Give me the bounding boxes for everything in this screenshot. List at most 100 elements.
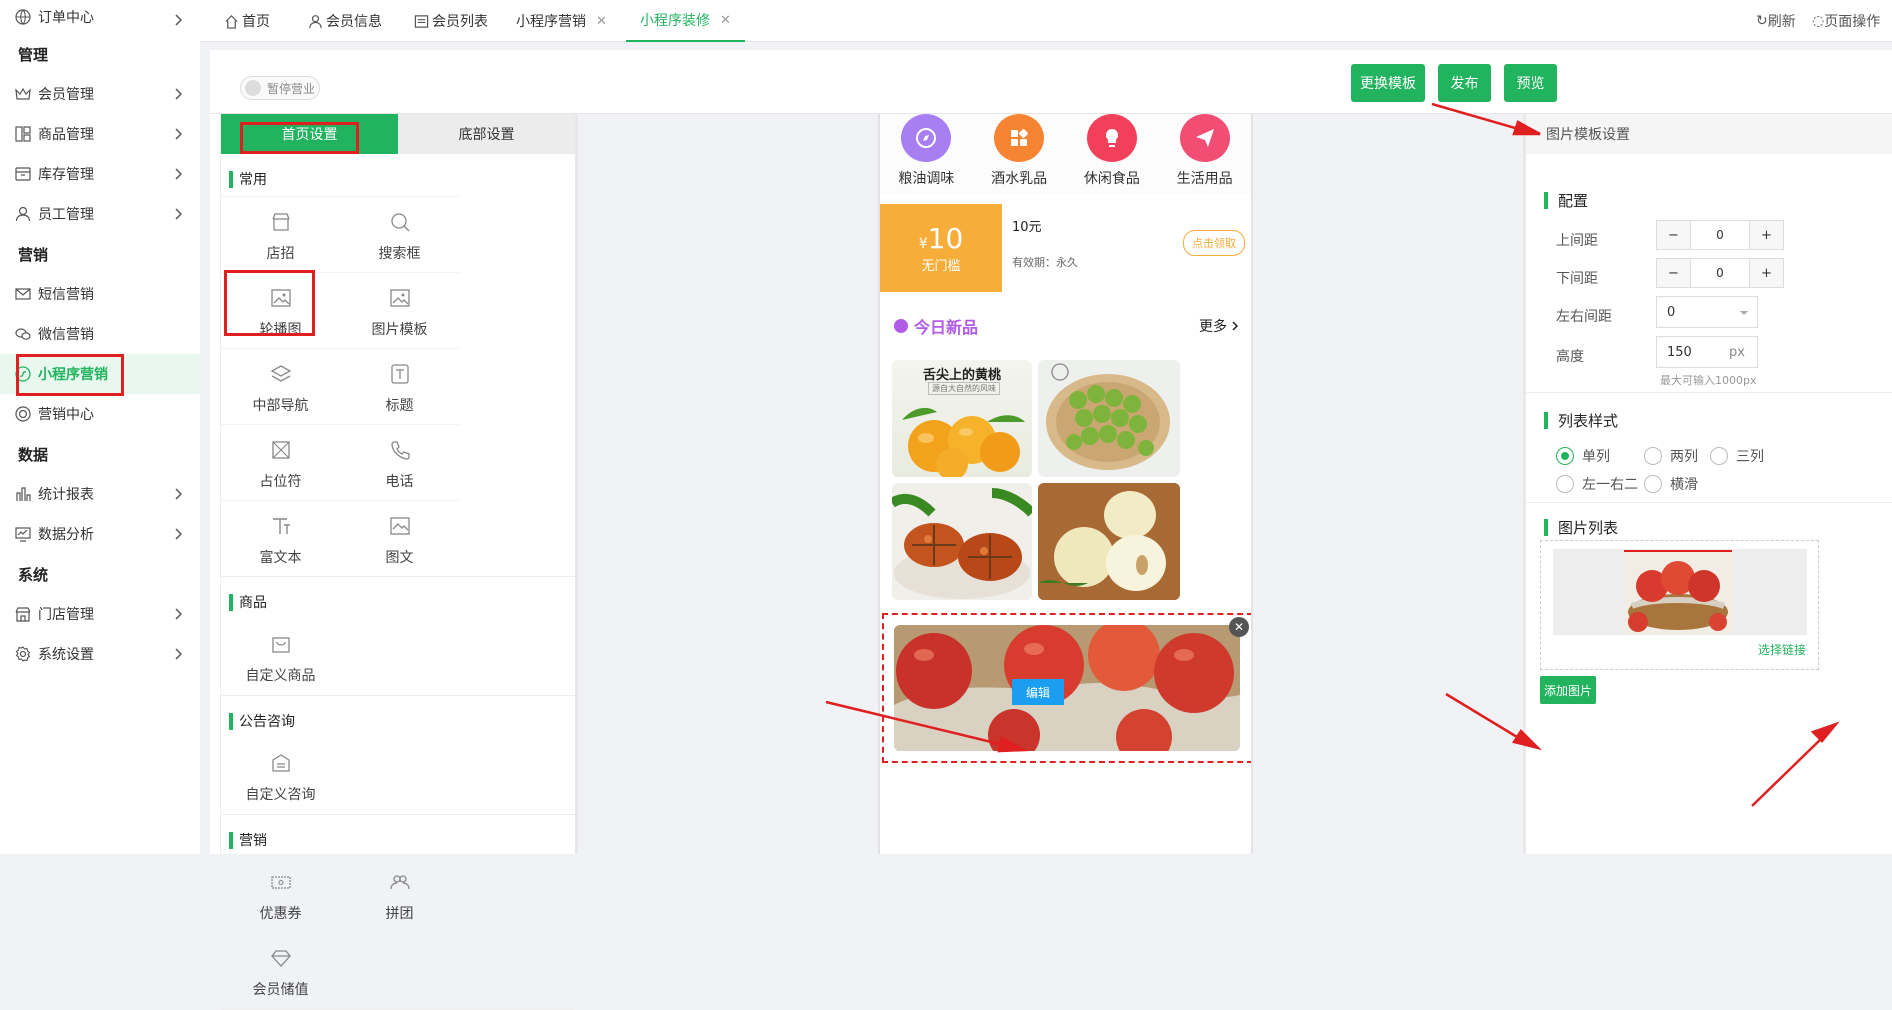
side-margin-select[interactable]: 0	[1656, 296, 1758, 328]
person-icon	[14, 205, 32, 223]
component-carousel[interactable]: 轮播图	[221, 272, 340, 348]
publish-button[interactable]: 发布	[1438, 64, 1491, 102]
tab-home-settings[interactable]: 首页设置	[221, 114, 398, 154]
tab-label: 首页	[242, 14, 270, 30]
component-coupon[interactable]: 优惠券	[221, 857, 340, 933]
sidebar-item-orders[interactable]: 订单中心	[0, 0, 200, 34]
component-search[interactable]: 搜索框	[340, 196, 459, 272]
close-icon[interactable]: ✕	[720, 13, 731, 28]
top-margin-stepper: − 0 +	[1656, 220, 1784, 250]
choose-link-button[interactable]: 选择链接	[1758, 641, 1806, 658]
sidebar-item-stores[interactable]: 门店管理	[0, 594, 200, 634]
sidebar-item-analytics[interactable]: 数据分析	[0, 514, 200, 554]
add-image-button[interactable]: 添加图片	[1540, 676, 1596, 704]
chevron-right-icon	[175, 528, 183, 540]
sidebar-item-settings[interactable]: 系统设置	[0, 634, 200, 674]
category-label: 休闲食品	[1083, 171, 1140, 187]
component-rich-text[interactable]: 富文本	[221, 500, 340, 576]
component-stored-value[interactable]: 会员储值	[221, 933, 340, 1009]
product-image-pears[interactable]	[1038, 483, 1180, 600]
component-title[interactable]: 标题	[340, 348, 459, 424]
minus-button[interactable]: −	[1657, 221, 1691, 249]
more-link[interactable]: 更多	[1199, 316, 1227, 336]
tab-home[interactable]: 首页	[224, 0, 270, 42]
component-placeholder[interactable]: 占位符	[221, 424, 340, 500]
tab-member-list[interactable]: 会员列表	[414, 0, 488, 42]
category-item[interactable]: 生活用品	[1158, 114, 1251, 194]
sidebar-item-products[interactable]: 商品管理	[0, 114, 200, 154]
style-option-single[interactable]: 单列	[1556, 446, 1610, 466]
category-item[interactable]: 酒水乳品	[973, 114, 1066, 194]
height-label: 高度	[1556, 349, 1584, 365]
style-option-scroll[interactable]: 横滑	[1644, 474, 1698, 494]
category-item[interactable]: 粮油调味	[880, 114, 973, 194]
product-image-plums[interactable]	[1038, 360, 1180, 477]
claim-coupon-button[interactable]: 点击领取	[1183, 230, 1245, 256]
page-ops-button[interactable]: ◌ 页面操作	[1812, 0, 1880, 42]
bottom-margin-value[interactable]: 0	[1691, 259, 1749, 287]
product-image-peach[interactable]: 舌尖上的黄桃 源自大自然的风味	[892, 360, 1032, 477]
component-mid-nav[interactable]: 中部导航	[221, 348, 340, 424]
close-icon[interactable]: ✕	[596, 14, 607, 29]
style-option-triple[interactable]: 三列	[1710, 446, 1764, 466]
radio-label: 单列	[1582, 449, 1610, 465]
sidebar-item-marketing-center[interactable]: 营销中心	[0, 394, 200, 434]
component-label: 中部导航	[252, 397, 309, 414]
sidebar-item-label: 门店管理	[38, 607, 94, 623]
tab-member-info[interactable]: 会员信息	[308, 0, 382, 42]
coupon-card: ¥10 无门槛 10元 有效期：永久 点击领取	[880, 204, 1251, 292]
sidebar-item-miniprogram[interactable]: 小程序营销	[0, 354, 200, 394]
minus-button[interactable]: −	[1657, 259, 1691, 287]
tab-miniprogram-marketing[interactable]: 小程序营销 ✕	[516, 0, 607, 42]
refresh-button[interactable]: ↻ 刷新	[1756, 0, 1796, 42]
chevron-right-icon	[175, 128, 183, 140]
component-group-buy[interactable]: 拼团	[340, 857, 459, 933]
diamond-icon	[270, 943, 292, 973]
selected-image-block[interactable]: 编辑 ✕	[882, 613, 1251, 763]
sidebar-item-sms[interactable]: 短信营销	[0, 274, 200, 314]
component-grid: 自定义咨询	[221, 738, 575, 815]
crabs-illustration	[892, 488, 1032, 599]
top-margin-value[interactable]: 0	[1691, 221, 1749, 249]
sidebar-item-reports[interactable]: 统计报表	[0, 474, 200, 514]
sidebar-item-wechat[interactable]: 微信营销	[0, 314, 200, 354]
component-label: 拼团	[385, 906, 414, 922]
sidebar-item-members[interactable]: 会员管理	[0, 74, 200, 114]
apple-basket-thumbnail[interactable]	[1624, 550, 1732, 634]
sidebar-item-inventory[interactable]: 库存管理	[0, 154, 200, 194]
toggle-label: 暂停营业	[267, 81, 316, 96]
globe-icon	[14, 8, 32, 26]
change-template-button[interactable]: 更换模板	[1351, 64, 1425, 102]
height-input[interactable]: 150 px	[1656, 336, 1758, 368]
component-label: 轮播图	[259, 321, 302, 338]
category-item[interactable]: 休闲食品	[1066, 114, 1159, 194]
component-phone[interactable]: 电话	[340, 424, 459, 500]
product-image-crabs[interactable]	[892, 483, 1032, 600]
preview-button[interactable]: 预览	[1504, 64, 1557, 102]
style-option-double[interactable]: 两列	[1644, 446, 1698, 466]
sidebar-item-staff[interactable]: 员工管理	[0, 194, 200, 234]
sidebar-item-label: 数据分析	[38, 527, 94, 543]
chevron-right-icon	[175, 88, 183, 100]
ops-icon: ◌	[1812, 13, 1825, 29]
component-image-template[interactable]: 图片模板	[340, 272, 459, 348]
bar-chart-icon	[14, 485, 32, 503]
new-products-header: 今日新品 更多	[880, 306, 1251, 346]
component-image-text[interactable]: 图文	[340, 500, 459, 576]
edit-button[interactable]: 编辑	[1012, 679, 1064, 705]
plus-button[interactable]: +	[1749, 259, 1783, 287]
component-custom-consult[interactable]: 自定义咨询	[221, 738, 340, 814]
pause-business-toggle[interactable]: 暂停营业	[240, 76, 320, 100]
section-title: 商品	[221, 585, 575, 619]
tab-miniprogram-design[interactable]: 小程序装修 ✕	[626, 0, 745, 42]
component-label: 自定义咨询	[245, 787, 316, 803]
coupon-title: 10元	[1012, 220, 1042, 235]
sidebar-item-label: 商品管理	[38, 127, 94, 143]
component-custom-product[interactable]: 自定义商品	[221, 619, 340, 695]
style-option-one-two[interactable]: 左一右二	[1556, 474, 1638, 494]
tab-bottom-settings[interactable]: 底部设置	[398, 114, 575, 154]
plus-button[interactable]: +	[1749, 221, 1783, 249]
component-shop-sign[interactable]: 店招	[221, 196, 340, 272]
divider	[1526, 502, 1892, 503]
close-icon[interactable]: ✕	[1229, 617, 1249, 637]
